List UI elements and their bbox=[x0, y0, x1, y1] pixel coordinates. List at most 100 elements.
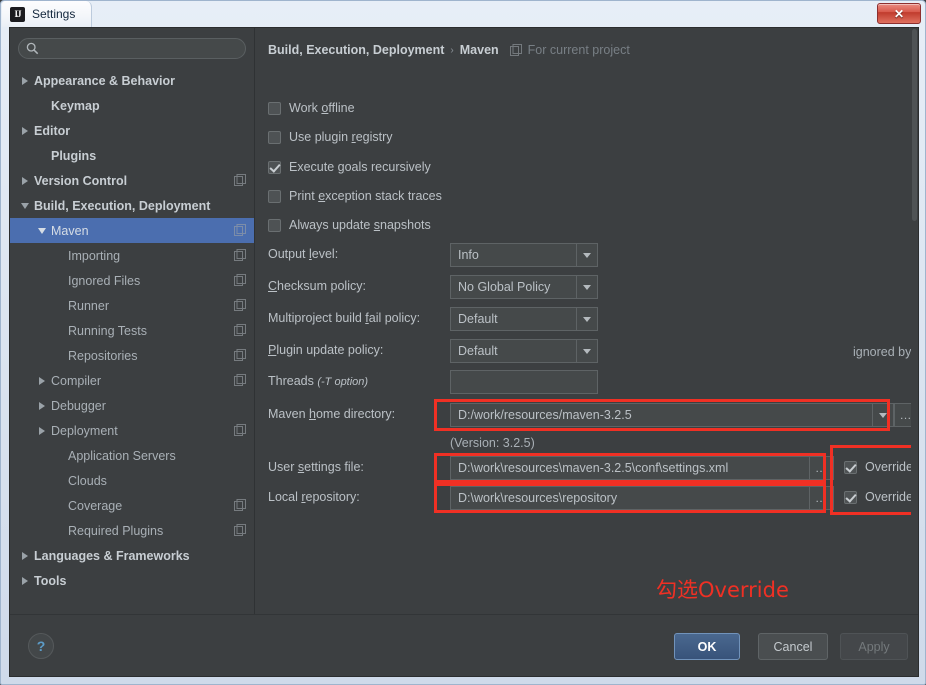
dialog-body: Appearance & Behavior Keymap Editor Plugins… bbox=[9, 27, 919, 677]
sidebar-item-keymap[interactable]: Keymap bbox=[10, 93, 254, 118]
help-button[interactable]: ? bbox=[28, 633, 54, 659]
search-input[interactable] bbox=[18, 38, 246, 59]
checkbox-label: Use plugin registry bbox=[289, 130, 393, 144]
local-repository-browse-button[interactable]: … bbox=[809, 487, 833, 509]
checkbox-use-plugin-registry[interactable] bbox=[268, 130, 281, 144]
sidebar-item-label: Required Plugins bbox=[68, 523, 164, 538]
sidebar-item-maven[interactable]: Maven bbox=[10, 218, 254, 243]
main-scrollbar-thumb[interactable] bbox=[912, 29, 917, 221]
sidebar-item-runner[interactable]: Runner bbox=[10, 293, 254, 318]
chevron-right-icon[interactable] bbox=[18, 118, 34, 143]
threads-input[interactable] bbox=[450, 370, 598, 394]
sidebar-item-editor[interactable]: Editor bbox=[10, 118, 254, 143]
sidebar-item-label: Debugger bbox=[51, 398, 106, 413]
maven-home-row: Maven home directory: D:/work/resources/… bbox=[268, 403, 918, 429]
close-icon[interactable] bbox=[877, 3, 921, 24]
dialog-footer: ? OK Cancel Apply bbox=[10, 614, 918, 676]
checkbox-row-always-update-snapshots[interactable]: Always update snapshots bbox=[268, 218, 431, 232]
intellij-idea-icon bbox=[10, 6, 25, 22]
local-repository-override-checkbox[interactable] bbox=[844, 490, 857, 504]
maven-home-combo[interactable]: D:/work/resources/maven-3.2.5 bbox=[450, 403, 894, 427]
search-box[interactable] bbox=[18, 38, 246, 59]
sidebar-item-plugins[interactable]: Plugins bbox=[10, 143, 254, 168]
sidebar-item-application-servers[interactable]: Application Servers bbox=[10, 443, 254, 468]
chevron-right-icon[interactable] bbox=[18, 543, 34, 568]
chevron-down-icon[interactable] bbox=[576, 308, 597, 330]
sidebar-item-label: Coverage bbox=[68, 498, 123, 513]
user-settings-browse-button[interactable]: … bbox=[809, 457, 833, 479]
sidebar-item-version-control[interactable]: Version Control bbox=[10, 168, 254, 193]
sidebar-item-languages-frameworks[interactable]: Languages & Frameworks bbox=[10, 543, 254, 568]
sidebar-item-coverage[interactable]: Coverage bbox=[10, 493, 254, 518]
combo-output-level[interactable]: Info bbox=[450, 243, 598, 267]
chevron-right-icon bbox=[22, 127, 28, 135]
settings-window: Settings Appearance & Behavior Keymap Edit… bbox=[0, 0, 926, 685]
chevron-down-icon[interactable] bbox=[576, 276, 597, 298]
sidebar-item-label: Runner bbox=[68, 298, 109, 313]
combo-checksum-policy[interactable]: No Global Policy bbox=[450, 275, 598, 299]
sidebar-item-repositories[interactable]: Repositories bbox=[10, 343, 254, 368]
sidebar-item-ignored-files[interactable]: Ignored Files bbox=[10, 268, 254, 293]
label-plugin-update-policy: Plugin update policy: bbox=[268, 343, 384, 357]
user-settings-override-checkbox-row[interactable]: Override bbox=[844, 460, 913, 474]
chevron-right-icon[interactable] bbox=[18, 568, 34, 593]
cancel-button[interactable]: Cancel bbox=[758, 633, 828, 660]
chevron-right-icon bbox=[22, 177, 28, 185]
project-scope-icon bbox=[234, 174, 246, 186]
sidebar-item-importing[interactable]: Importing bbox=[10, 243, 254, 268]
sidebar-item-clouds[interactable]: Clouds bbox=[10, 468, 254, 493]
checkbox-execute-goals-recursively[interactable] bbox=[268, 160, 281, 174]
sidebar-item-required-plugins[interactable]: Required Plugins bbox=[10, 518, 254, 543]
chevron-right-icon[interactable] bbox=[18, 168, 34, 193]
chevron-down-icon[interactable] bbox=[576, 340, 597, 362]
local-repository-override-checkbox-row[interactable]: Override bbox=[844, 490, 913, 504]
sidebar-item-build-execution-deployment[interactable]: Build, Execution, Deployment bbox=[10, 193, 254, 218]
user-settings-row: User settings file: D:\work\resources\ma… bbox=[268, 456, 918, 482]
local-repository-row: Local repository: D:\work\resources\repo… bbox=[268, 486, 918, 512]
sidebar-item-tools[interactable]: Tools bbox=[10, 568, 254, 593]
sidebar-item-running-tests[interactable]: Running Tests bbox=[10, 318, 254, 343]
ok-button[interactable]: OK bbox=[674, 633, 740, 660]
sidebar-item-compiler[interactable]: Compiler bbox=[10, 368, 254, 393]
main-scrollbar[interactable] bbox=[911, 29, 918, 613]
sidebar-item-appearance-behavior[interactable]: Appearance & Behavior bbox=[10, 68, 254, 93]
threads-label-hint: (-T option) bbox=[317, 376, 369, 388]
checkbox-row-use-plugin-registry[interactable]: Use plugin registry bbox=[268, 130, 393, 144]
local-repository-input[interactable]: D:\work\resources\repository … bbox=[450, 486, 834, 510]
sidebar-item-debugger[interactable]: Debugger bbox=[10, 393, 254, 418]
project-scope-icon bbox=[234, 274, 246, 286]
checkbox-print-exception-stack-traces[interactable] bbox=[268, 189, 281, 203]
chevron-down-icon[interactable] bbox=[576, 244, 597, 266]
checkbox-always-update-snapshots[interactable] bbox=[268, 218, 281, 232]
maven-version-note: (Version: 3.2.5) bbox=[450, 436, 535, 450]
chevron-right-icon[interactable] bbox=[35, 368, 51, 393]
checkbox-work-offline[interactable] bbox=[268, 101, 281, 115]
checkbox-row-print-exception-stack-traces[interactable]: Print exception stack traces bbox=[268, 189, 442, 203]
combo-value: Info bbox=[458, 248, 479, 262]
combo-multiproject-build-fail-policy[interactable]: Default bbox=[450, 307, 598, 331]
maven-home-dropdown-arrow[interactable] bbox=[872, 404, 893, 426]
sidebar-item-label: Languages & Frameworks bbox=[34, 548, 190, 563]
chevron-right-icon[interactable] bbox=[18, 68, 34, 93]
chevron-down-icon[interactable] bbox=[18, 193, 34, 218]
combo-plugin-update-policy[interactable]: Default bbox=[450, 339, 598, 363]
user-settings-override-checkbox[interactable] bbox=[844, 460, 857, 474]
field-row-checksum-policy: Checksum policy: No Global Policy bbox=[268, 275, 888, 301]
chevron-down-icon[interactable] bbox=[35, 218, 51, 243]
sidebar-item-deployment[interactable]: Deployment bbox=[10, 418, 254, 443]
apply-button[interactable]: Apply bbox=[840, 633, 908, 660]
window-title-tab: Settings bbox=[2, 1, 93, 27]
sidebar-item-label: Plugins bbox=[51, 148, 97, 163]
sidebar-item-label: Build, Execution, Deployment bbox=[34, 198, 211, 213]
chevron-right-icon[interactable] bbox=[35, 393, 51, 418]
checkbox-row-execute-goals-recursively[interactable]: Execute goals recursively bbox=[268, 160, 431, 174]
breadcrumb: Build, Execution, Deployment › Maven For… bbox=[268, 43, 630, 57]
checkbox-row-work-offline[interactable]: Work offline bbox=[268, 101, 355, 115]
user-settings-input[interactable]: D:\work\resources\maven-3.2.5\conf\setti… bbox=[450, 456, 834, 480]
settings-tree[interactable]: Appearance & Behavior Keymap Editor Plugins… bbox=[10, 68, 254, 614]
chevron-right-icon[interactable] bbox=[35, 418, 51, 443]
